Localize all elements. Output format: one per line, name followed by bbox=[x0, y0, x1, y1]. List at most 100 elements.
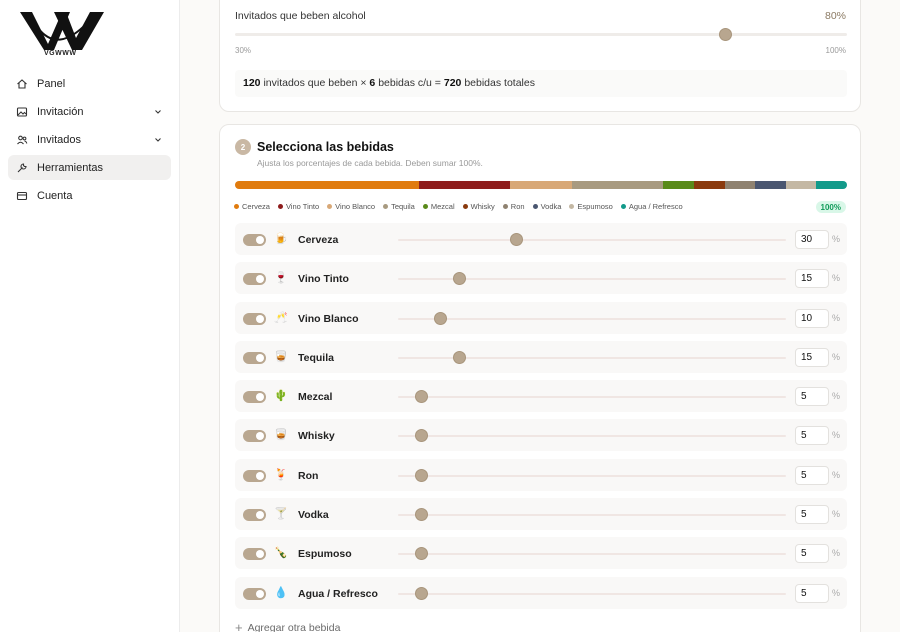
alcohol-slider-track[interactable] bbox=[235, 33, 847, 36]
distribution-segment bbox=[785, 181, 817, 189]
drink-toggle[interactable] bbox=[243, 469, 266, 482]
drink-percent-input[interactable] bbox=[795, 544, 829, 564]
summary-total: 720 bbox=[443, 77, 462, 89]
drink-percent-input[interactable] bbox=[795, 230, 829, 249]
drink-percent-input[interactable] bbox=[795, 269, 829, 289]
drink-toggle[interactable] bbox=[243, 351, 266, 364]
legend-label: Vino Tinto bbox=[285, 202, 320, 211]
drink-name: Whisky bbox=[298, 430, 335, 443]
drink-percent-input[interactable] bbox=[795, 426, 829, 446]
legend-item: Agua / Refresco bbox=[620, 202, 683, 211]
sidebar-item-label: Herramientas bbox=[37, 161, 104, 174]
drink-slider-track[interactable] bbox=[398, 592, 786, 595]
drink-slider-track[interactable] bbox=[398, 514, 786, 517]
legend-item: Cerveza bbox=[234, 202, 270, 211]
image-icon bbox=[16, 106, 28, 118]
sidebar-item-invitados[interactable]: Invitados bbox=[8, 127, 171, 152]
drink-percent-input[interactable] bbox=[795, 583, 829, 603]
legend-item: Vino Blanco bbox=[327, 202, 375, 211]
drink-percent-input[interactable] bbox=[795, 387, 829, 407]
sidebar: VGWWW Panel Invitación Invitados Herramient… bbox=[0, 0, 180, 632]
sidebar-nav: Panel Invitación Invitados Herramientas Cuen… bbox=[8, 71, 171, 211]
drink-name: Cerveza bbox=[298, 234, 339, 246]
drink-slider-track[interactable] bbox=[398, 474, 786, 477]
drink-icon: 🥂 bbox=[274, 311, 288, 324]
drink-list: 🍺 Cerveza% 🍷 Vino Tinto% 🥂 Vino Blanco% 🥃 Tequi… bbox=[235, 223, 847, 616]
percent-sign: % bbox=[832, 509, 841, 520]
drink-slider-track[interactable] bbox=[398, 239, 786, 241]
summary-guests: 120 bbox=[243, 77, 261, 89]
drink-toggle[interactable] bbox=[243, 587, 266, 600]
drink-icon: 🥃 bbox=[274, 429, 288, 442]
drink-percent-input[interactable] bbox=[795, 347, 829, 367]
distribution-segment bbox=[663, 181, 694, 189]
drink-slider-track[interactable] bbox=[398, 553, 786, 556]
drink-slider-thumb[interactable] bbox=[415, 390, 428, 404]
distribution-segment bbox=[755, 181, 786, 189]
drink-toggle[interactable] bbox=[243, 430, 266, 443]
drink-name: Vino Blanco bbox=[298, 312, 359, 325]
drink-slider-thumb[interactable] bbox=[415, 586, 428, 600]
drink-name: Tequila bbox=[298, 351, 334, 364]
sidebar-item-cuenta[interactable]: Cuenta bbox=[8, 183, 171, 208]
drink-slider-track[interactable] bbox=[398, 396, 786, 399]
drink-icon: 🥃 bbox=[274, 350, 288, 363]
legend-item: Whisky bbox=[462, 202, 495, 211]
legend-item: Ron bbox=[502, 202, 525, 211]
drink-slider-thumb[interactable] bbox=[415, 429, 428, 443]
distribution-legend: Cerveza Vino Tinto Vino Blanco Tequila Mezca… bbox=[234, 202, 691, 211]
toggle-knob bbox=[256, 432, 264, 441]
legend-dot bbox=[620, 204, 626, 209]
sidebar-item-invitaci-n[interactable]: Invitación bbox=[8, 99, 171, 124]
drink-slider-track[interactable] bbox=[398, 317, 786, 320]
drink-slider-track[interactable] bbox=[398, 435, 786, 438]
drink-toggle[interactable] bbox=[243, 312, 266, 325]
sidebar-item-herramientas[interactable]: Herramientas bbox=[8, 155, 171, 180]
plus-icon: + bbox=[235, 620, 243, 632]
percent-sign: % bbox=[832, 391, 841, 402]
home-icon bbox=[16, 78, 28, 90]
summary-per-guest-text: bebidas c/u = bbox=[378, 77, 441, 89]
percent-sign: % bbox=[832, 430, 841, 441]
distribution-segment bbox=[816, 181, 847, 189]
drink-row: 🍷 Vino Tinto% bbox=[235, 262, 847, 295]
drink-toggle[interactable] bbox=[243, 391, 266, 404]
drink-percent-input[interactable] bbox=[795, 465, 829, 485]
drink-name: Ron bbox=[298, 469, 319, 482]
distribution-bar bbox=[235, 181, 847, 189]
drink-row: 🥂 Vino Blanco% bbox=[235, 301, 847, 334]
sidebar-item-label: Invitación bbox=[37, 105, 84, 118]
add-drink-button[interactable]: + Agregar otra bebida bbox=[235, 620, 340, 632]
distribution-segment bbox=[510, 181, 572, 189]
section-subtitle: Ajusta los porcentajes de cada bebida. D… bbox=[257, 158, 483, 168]
brand-logo[interactable]: VGWWW bbox=[18, 10, 106, 62]
drink-toggle[interactable] bbox=[243, 509, 266, 522]
legend-dot bbox=[383, 204, 389, 209]
drink-toggle[interactable] bbox=[243, 234, 266, 246]
alcohol-slider-thumb[interactable] bbox=[718, 28, 732, 41]
sidebar-item-panel[interactable]: Panel bbox=[8, 71, 171, 96]
drink-toggle[interactable] bbox=[243, 548, 266, 561]
drink-slider-thumb[interactable] bbox=[452, 272, 466, 286]
drink-slider-thumb[interactable] bbox=[415, 468, 428, 482]
add-drink-label: Agregar otra bebida bbox=[247, 621, 341, 632]
drink-slider-thumb[interactable] bbox=[415, 547, 428, 561]
drink-slider-thumb[interactable] bbox=[433, 311, 447, 325]
alcohol-value: 80% bbox=[824, 10, 846, 22]
drink-name: Espumoso bbox=[298, 548, 352, 561]
drink-slider-thumb[interactable] bbox=[509, 233, 523, 246]
drink-slider-thumb[interactable] bbox=[415, 508, 428, 522]
distribution-segment bbox=[693, 181, 725, 189]
legend-label: Mezcal bbox=[430, 202, 455, 211]
distribution-segment bbox=[724, 181, 756, 189]
drink-row: 🥃 Whisky% bbox=[235, 419, 847, 452]
drink-slider-thumb[interactable] bbox=[452, 350, 466, 364]
drink-toggle[interactable] bbox=[243, 273, 266, 286]
drink-percent-input[interactable] bbox=[795, 308, 829, 328]
toggle-knob bbox=[256, 353, 264, 362]
legend-item: Vodka bbox=[532, 202, 561, 211]
drink-icon: 🍾 bbox=[274, 547, 288, 560]
total-percent-badge: 100% bbox=[815, 201, 846, 213]
drink-percent-input[interactable] bbox=[795, 505, 829, 525]
sidebar-item-label: Panel bbox=[37, 77, 66, 90]
